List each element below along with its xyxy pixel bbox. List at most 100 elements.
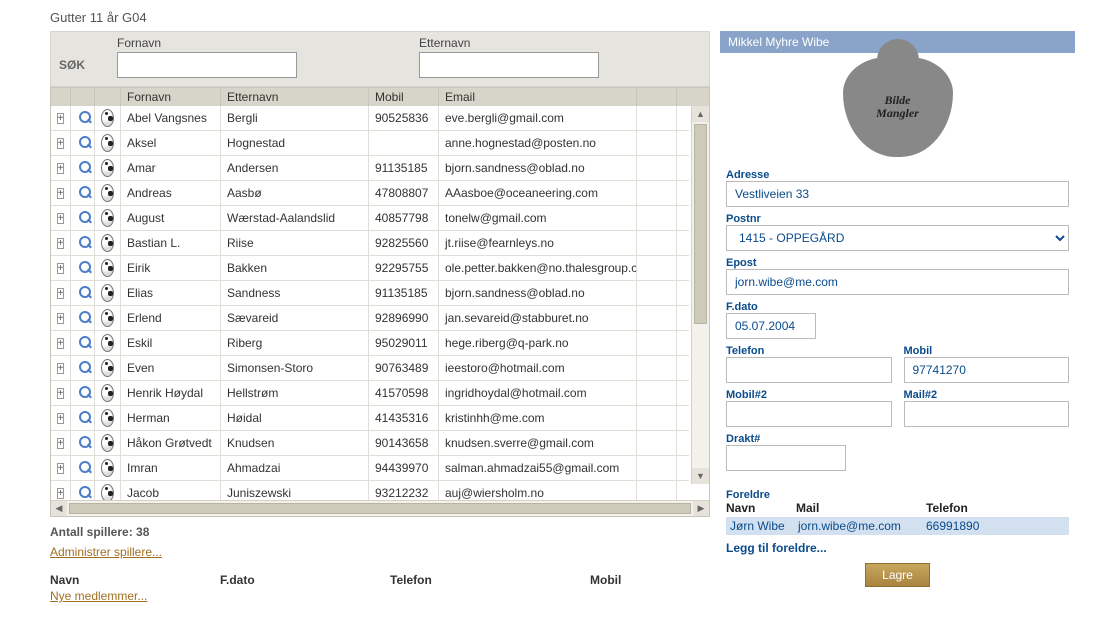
magnifier-icon[interactable]: [77, 460, 88, 476]
admin-players-link[interactable]: Administrer spillere...: [50, 545, 162, 559]
magnifier-icon[interactable]: [77, 410, 88, 426]
magnifier-icon[interactable]: [77, 435, 88, 451]
foreldre-label: Foreldre: [726, 489, 1069, 501]
table-row[interactable]: +HermanHøidal41435316kristinhh@me.com: [51, 406, 689, 431]
table-row[interactable]: +EirikBakken92295755ole.petter.bakken@no…: [51, 256, 689, 281]
expand-icon[interactable]: +: [57, 488, 65, 499]
magnifier-icon[interactable]: [77, 235, 88, 251]
scroll-left-icon[interactable]: ◀: [51, 501, 67, 516]
scroll-right-icon[interactable]: ▶: [693, 501, 709, 516]
magnifier-icon[interactable]: [77, 310, 88, 326]
expand-icon[interactable]: +: [57, 388, 65, 399]
adresse-input[interactable]: [726, 181, 1069, 207]
expand-icon[interactable]: +: [57, 288, 65, 299]
table-row[interactable]: +ImranAhmadzai94439970salman.ahmadzai55@…: [51, 456, 689, 481]
cell-lastname: Knudsen: [221, 431, 369, 455]
magnifier-icon[interactable]: [77, 135, 88, 151]
football-icon[interactable]: [101, 359, 114, 377]
add-parent-link[interactable]: Legg til foreldre...: [726, 541, 1069, 555]
magnifier-icon[interactable]: [77, 360, 88, 376]
expand-icon[interactable]: +: [57, 438, 65, 449]
expand-icon[interactable]: +: [57, 263, 65, 274]
football-icon[interactable]: [101, 134, 114, 152]
football-icon[interactable]: [101, 109, 114, 127]
football-icon[interactable]: [101, 434, 114, 452]
lastname-label: Etternavn: [419, 36, 599, 50]
magnifier-icon[interactable]: [77, 385, 88, 401]
magnifier-icon[interactable]: [77, 185, 88, 201]
table-row[interactable]: +AugustWærstad-Aalandslid40857798tonelw@…: [51, 206, 689, 231]
football-icon[interactable]: [101, 459, 114, 477]
vertical-scrollbar[interactable]: ▲ ▼: [691, 106, 709, 484]
magnifier-icon[interactable]: [77, 485, 88, 500]
football-icon[interactable]: [101, 284, 114, 302]
hscroll-thumb[interactable]: [69, 503, 691, 514]
football-icon[interactable]: [101, 334, 114, 352]
col-header-email[interactable]: Email: [439, 88, 637, 106]
table-row[interactable]: +Håkon GrøtvedtKnudsen90143658knudsen.sv…: [51, 431, 689, 456]
col-header-firstname[interactable]: Fornavn: [121, 88, 221, 106]
col-header-mobile[interactable]: Mobil: [369, 88, 439, 106]
col-header-lastname[interactable]: Etternavn: [221, 88, 369, 106]
football-icon[interactable]: [101, 259, 114, 277]
table-row[interactable]: +AkselHognestadanne.hognestad@posten.no: [51, 131, 689, 156]
table-row[interactable]: +EvenSimonsen-Storo90763489ieestoro@hotm…: [51, 356, 689, 381]
table-row[interactable]: +AndreasAasbø47808807AAasboe@oceaneering…: [51, 181, 689, 206]
football-icon[interactable]: [101, 409, 114, 427]
lastname-input[interactable]: [419, 52, 599, 78]
firstname-label: Fornavn: [117, 36, 297, 50]
expand-icon[interactable]: +: [57, 338, 65, 349]
drakt-input[interactable]: [726, 445, 846, 471]
scroll-down-icon[interactable]: ▼: [692, 468, 709, 484]
table-row[interactable]: +ErlendSævareid92896990jan.sevareid@stab…: [51, 306, 689, 331]
mobil2-label: Mobil#2: [726, 389, 892, 401]
football-icon[interactable]: [101, 184, 114, 202]
expand-icon[interactable]: +: [57, 363, 65, 374]
fdato-input[interactable]: [726, 313, 816, 339]
expand-icon[interactable]: +: [57, 163, 65, 174]
epost-input[interactable]: [726, 269, 1069, 295]
telefon-input[interactable]: [726, 357, 892, 383]
expand-icon[interactable]: +: [57, 188, 65, 199]
magnifier-icon[interactable]: [77, 335, 88, 351]
firstname-input[interactable]: [117, 52, 297, 78]
new-members-link[interactable]: Nye medlemmer...: [50, 589, 147, 603]
football-icon[interactable]: [101, 234, 114, 252]
expand-icon[interactable]: +: [57, 213, 65, 224]
table-row[interactable]: +Henrik HøydalHellstrøm41570598ingridhoy…: [51, 381, 689, 406]
scroll-thumb[interactable]: [694, 124, 707, 324]
mobil2-input[interactable]: [726, 401, 892, 427]
expand-icon[interactable]: +: [57, 413, 65, 424]
magnifier-icon[interactable]: [77, 110, 88, 126]
expand-icon[interactable]: +: [57, 113, 65, 124]
save-button[interactable]: Lagre: [865, 563, 930, 587]
football-icon[interactable]: [101, 484, 114, 500]
cell-mobile: 92825560: [369, 231, 439, 255]
football-icon[interactable]: [101, 309, 114, 327]
magnifier-icon[interactable]: [77, 210, 88, 226]
table-row[interactable]: +JacobJuniszewski93212232auj@wiersholm.n…: [51, 481, 689, 500]
expand-icon[interactable]: +: [57, 313, 65, 324]
expand-icon[interactable]: +: [57, 463, 65, 474]
football-icon[interactable]: [101, 159, 114, 177]
mobil-input[interactable]: [904, 357, 1070, 383]
expand-icon[interactable]: +: [57, 138, 65, 149]
mail2-input[interactable]: [904, 401, 1070, 427]
mail2-label: Mail#2: [904, 389, 1070, 401]
parent-row[interactable]: Jørn Wibe jorn.wibe@me.com 66991890: [726, 517, 1069, 535]
scroll-up-icon[interactable]: ▲: [692, 106, 709, 122]
expand-icon[interactable]: +: [57, 238, 65, 249]
horizontal-scrollbar[interactable]: ◀ ▶: [51, 500, 709, 516]
postnr-select[interactable]: 1415 - OPPEGÅRD: [726, 225, 1069, 251]
table-row[interactable]: +EliasSandness91135185bjorn.sandness@obl…: [51, 281, 689, 306]
player-count: Antall spillere: 38: [50, 525, 710, 539]
table-row[interactable]: +Abel VangsnesBergli90525836eve.bergli@g…: [51, 106, 689, 131]
magnifier-icon[interactable]: [77, 160, 88, 176]
table-row[interactable]: +Bastian L.Riise92825560jt.riise@fearnle…: [51, 231, 689, 256]
magnifier-icon[interactable]: [77, 285, 88, 301]
table-row[interactable]: +AmarAndersen91135185bjorn.sandness@obla…: [51, 156, 689, 181]
football-icon[interactable]: [101, 384, 114, 402]
football-icon[interactable]: [101, 209, 114, 227]
magnifier-icon[interactable]: [77, 260, 88, 276]
table-row[interactable]: +EskilRiberg95029011hege.riberg@q-park.n…: [51, 331, 689, 356]
